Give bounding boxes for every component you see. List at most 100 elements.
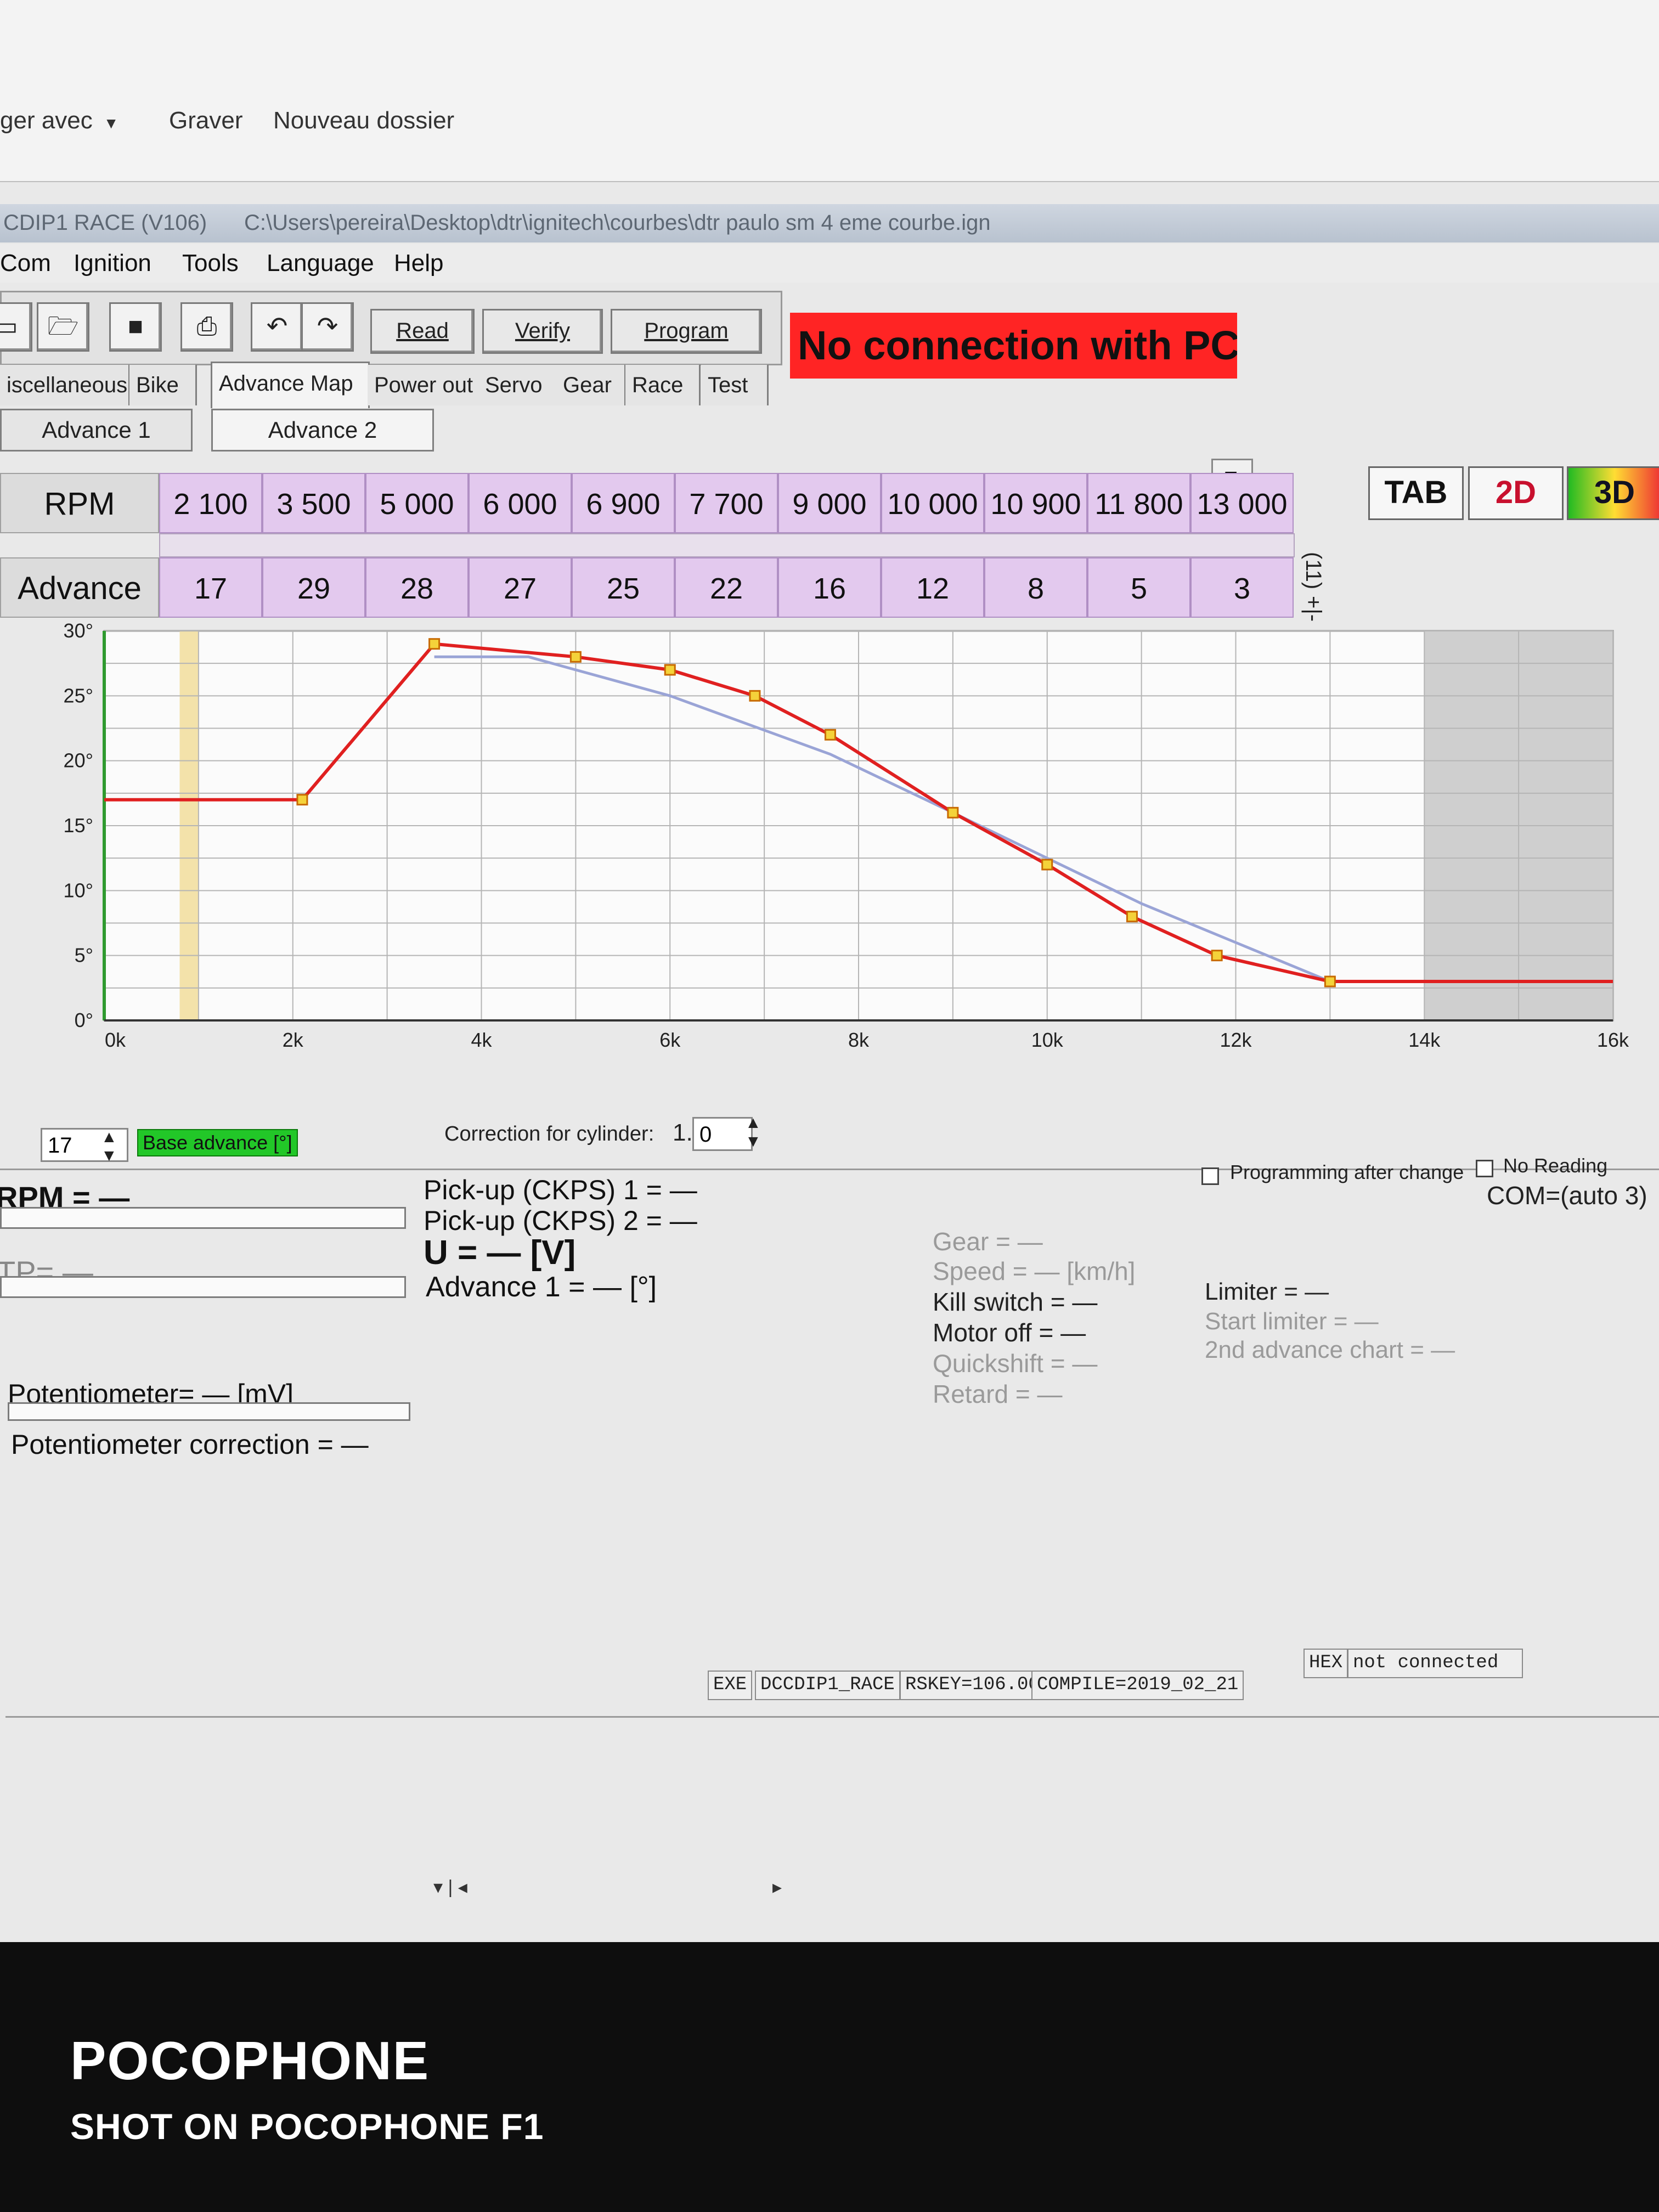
app-title-bar: CDIP1 RACE (V106) C:\Users\pereira\Deskt… <box>0 204 1659 242</box>
advance-cell[interactable]: 22 <box>675 557 778 618</box>
menu-tools[interactable]: Tools <box>182 250 239 277</box>
curve-point-handle[interactable] <box>569 651 582 663</box>
advance-cell[interactable]: 16 <box>778 557 881 618</box>
monitor-screen: ger avec ▼ Graver Nouveau dossier CDIP1 R… <box>0 0 1659 1942</box>
tab-gear[interactable]: Gear <box>556 365 626 405</box>
curve-point-handle[interactable] <box>947 806 959 819</box>
limiter-readout: Limiter = — <box>1205 1278 1329 1305</box>
correction-label: Correction for cylinder: <box>444 1122 654 1146</box>
advance-cell[interactable]: 5 <box>1087 557 1190 618</box>
kill-switch-readout: Kill switch = — <box>933 1288 1098 1316</box>
undo-button[interactable]: ↶ <box>251 302 303 352</box>
rpm-cell[interactable]: 7 700 <box>675 473 778 533</box>
redo-button[interactable]: ↷ <box>301 302 354 352</box>
rpm-cell[interactable]: 5 000 <box>365 473 469 533</box>
status-exe-name: DCCDIP1_RACE <box>755 1671 900 1700</box>
status-compile: COMPILE=2019_02_21 <box>1031 1671 1244 1700</box>
program-button[interactable]: Program <box>611 309 762 354</box>
advance-cell[interactable]: 28 <box>365 557 469 618</box>
rpm-cell[interactable]: 3 500 <box>262 473 365 533</box>
tab-power-out[interactable]: Power out <box>368 365 481 405</box>
curve-point-handle[interactable] <box>1324 975 1336 988</box>
start-limiter-readout: Start limiter = — <box>1205 1308 1379 1335</box>
subtab-advance-2[interactable]: Advance 2 <box>211 409 434 452</box>
cylinder-correction-stepper[interactable]: ▲ ▼ <box>745 1114 761 1151</box>
tab-view-button[interactable]: TAB <box>1368 466 1464 520</box>
scroll-right-icon[interactable]: ▸ <box>772 1876 782 1898</box>
rpm-cell[interactable]: 6 900 <box>572 473 675 533</box>
subtab-advance-1[interactable]: Advance 1 <box>0 409 193 452</box>
explorer-toolbar: ger avec ▼ Graver Nouveau dossier <box>0 0 1659 182</box>
advance-chart[interactable]: 0° 5° 10° 15° 20° 25° 30° 0k 2k 4k 6k 8k 10k 12k 14k 16… <box>0 614 1659 1064</box>
rpm-cell[interactable]: 11 800 <box>1087 473 1190 533</box>
advance-cell[interactable]: 25 <box>572 557 675 618</box>
advance-cell[interactable]: 27 <box>469 557 572 618</box>
print-button[interactable]: ⎙ <box>180 302 233 352</box>
y-tick-label: 25° <box>64 684 93 707</box>
curve-point-handle[interactable] <box>296 794 308 806</box>
speed-readout: Speed = — [km/h] <box>933 1257 1136 1285</box>
rpm-cell[interactable]: 10 900 <box>984 473 1087 533</box>
y-tick-label: 10° <box>64 879 93 901</box>
cylinder-correction-input[interactable]: 0 <box>692 1117 753 1151</box>
curve-point-handle[interactable] <box>824 729 836 741</box>
advance-cell[interactable]: 12 <box>881 557 984 618</box>
tab-advance-map[interactable]: Advance Map <box>211 362 370 408</box>
x-tick-label: 16k <box>1597 1029 1629 1051</box>
redo-icon: ↷ <box>317 312 338 340</box>
2d-view-button[interactable]: 2D <box>1468 466 1564 520</box>
curve-point-handle[interactable] <box>1211 950 1223 962</box>
curve-point-handle[interactable] <box>428 638 441 650</box>
advance-cell[interactable]: 17 <box>159 557 262 618</box>
open-button[interactable]: 🗁 <box>37 302 89 352</box>
status-exe-label: EXE <box>708 1671 753 1700</box>
tab-bike[interactable]: Bike <box>129 365 197 405</box>
advance1-readout: Advance 1 = — [°] <box>426 1271 657 1303</box>
potentiometer-correction-readout: Potentiometer correction = — <box>11 1429 369 1460</box>
x-tick-label: 8k <box>848 1029 870 1051</box>
3d-view-button[interactable]: 3D <box>1567 466 1659 520</box>
menu-language[interactable]: Language <box>267 250 374 277</box>
advance-cell[interactable]: 3 <box>1190 557 1294 618</box>
advance-cell[interactable]: 8 <box>984 557 1087 618</box>
menu-help[interactable]: Help <box>394 250 444 277</box>
file-path: C:\Users\pereira\Desktop\dtr\ignitech\co… <box>244 211 991 235</box>
tab-miscellaneous[interactable]: iscellaneous <box>0 365 130 405</box>
new-folder-button[interactable]: Nouveau dossier <box>273 107 454 134</box>
menu-ignition[interactable]: Ignition <box>74 250 151 277</box>
status-bar: EXE DCCDIP1_RACE RSKEY=106.00 COMPILE=20… <box>0 1649 1659 1720</box>
read-button[interactable]: Read <box>370 309 475 354</box>
retard-readout: Retard = — <box>933 1380 1063 1408</box>
base-advance-stepper[interactable]: ▲ ▼ <box>101 1128 117 1165</box>
curve-point-handle[interactable] <box>749 690 761 702</box>
cylinder-number: 1. <box>673 1119 693 1146</box>
rpm-cell[interactable]: 6 000 <box>469 473 572 533</box>
x-tick-label: 4k <box>471 1029 492 1051</box>
no-reading-checkbox[interactable] <box>1476 1160 1493 1177</box>
curve-point-handle[interactable] <box>1126 911 1138 923</box>
rpm-cell[interactable]: 13 000 <box>1190 473 1294 533</box>
burn-button[interactable]: Graver <box>169 107 242 134</box>
base-advance-label: Base advance [°] <box>137 1129 298 1156</box>
advance-cell[interactable]: 29 <box>262 557 365 618</box>
new-file-button[interactable]: ▭ <box>0 302 32 352</box>
tab-servo[interactable]: Servo <box>478 365 558 405</box>
save-button[interactable]: ■ <box>109 302 162 352</box>
rpm-cell[interactable]: 9 000 <box>778 473 881 533</box>
verify-button[interactable]: Verify <box>482 309 603 354</box>
main-toolbar: ▭ 🗁 ■ ⎙ ↶ ↷ Read Verify Program <box>0 291 782 365</box>
menu-com[interactable]: Com <box>0 250 51 277</box>
advance-row-label: Advance <box>0 557 159 618</box>
tab-test[interactable]: Test <box>701 365 769 405</box>
voltage-readout: U = — [V] <box>424 1234 576 1272</box>
rpm-cell[interactable]: 10 000 <box>881 473 984 533</box>
curve-point-handle[interactable] <box>664 664 676 676</box>
scroll-left-icon[interactable]: ▾ | ◂ <box>433 1876 467 1898</box>
programming-after-change-checkbox[interactable] <box>1201 1167 1219 1185</box>
horizontal-scrollbar[interactable] <box>5 1716 1659 1740</box>
second-advance-readout: 2nd advance chart = — <box>1205 1336 1455 1363</box>
rpm-cell[interactable]: 2 100 <box>159 473 262 533</box>
share-with-menu[interactable]: ger avec ▼ <box>0 107 119 134</box>
curve-point-handle[interactable] <box>1041 859 1053 871</box>
tab-race[interactable]: Race <box>625 365 701 405</box>
